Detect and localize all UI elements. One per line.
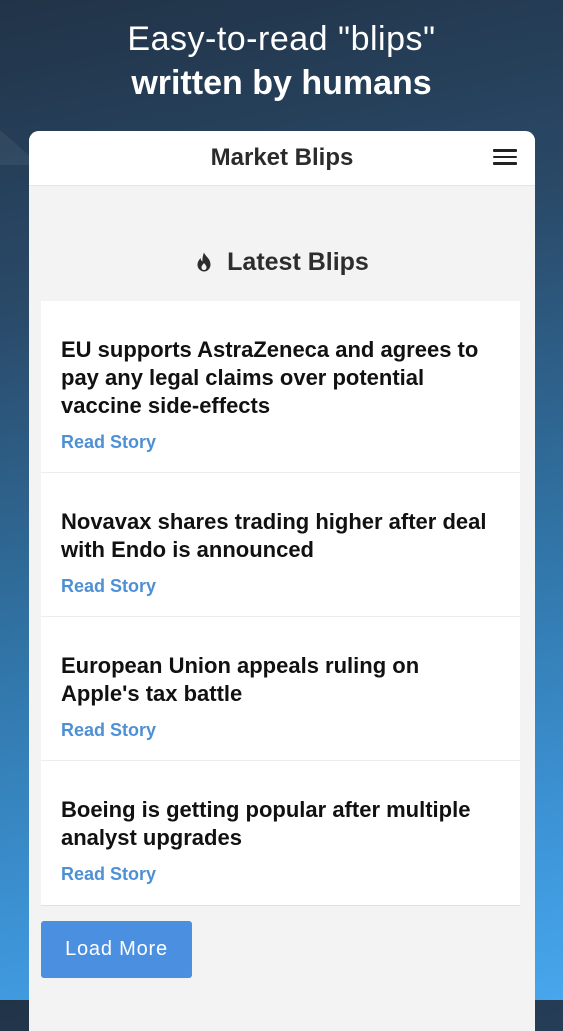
- list-item: EU supports AstraZeneca and agrees to pa…: [41, 301, 520, 473]
- list-item: European Union appeals ruling on Apple's…: [41, 617, 520, 761]
- blip-title[interactable]: Novavax shares trading higher after deal…: [61, 508, 500, 564]
- list-item: Boeing is getting popular after multiple…: [41, 761, 520, 905]
- list-item: Novavax shares trading higher after deal…: [41, 473, 520, 617]
- load-more-button[interactable]: Load More: [41, 921, 192, 978]
- read-story-link[interactable]: Read Story: [61, 576, 156, 597]
- read-story-link[interactable]: Read Story: [61, 720, 156, 741]
- promo-subtagline: written by humans: [131, 64, 432, 102]
- app-header: Market Blips: [29, 131, 535, 186]
- promo-tagline: Easy-to-read "blips": [127, 20, 436, 58]
- promo-banner: Easy-to-read "blips" written by humans: [0, 18, 563, 105]
- app-screen: Market Blips Latest Blips EU supports As…: [29, 131, 535, 1031]
- app-title: Market Blips: [210, 144, 354, 171]
- blip-title[interactable]: Boeing is getting popular after multiple…: [61, 796, 500, 852]
- section-heading-label: Latest Blips: [227, 248, 369, 276]
- blip-title[interactable]: European Union appeals ruling on Apple's…: [61, 652, 500, 708]
- read-story-link[interactable]: Read Story: [61, 432, 156, 453]
- flame-icon: [197, 252, 211, 272]
- read-story-link[interactable]: Read Story: [61, 864, 156, 885]
- blip-title[interactable]: EU supports AstraZeneca and agrees to pa…: [61, 336, 500, 420]
- hamburger-menu-icon[interactable]: [493, 149, 517, 167]
- section-heading: Latest Blips: [29, 248, 535, 277]
- blip-list: EU supports AstraZeneca and agrees to pa…: [41, 301, 520, 906]
